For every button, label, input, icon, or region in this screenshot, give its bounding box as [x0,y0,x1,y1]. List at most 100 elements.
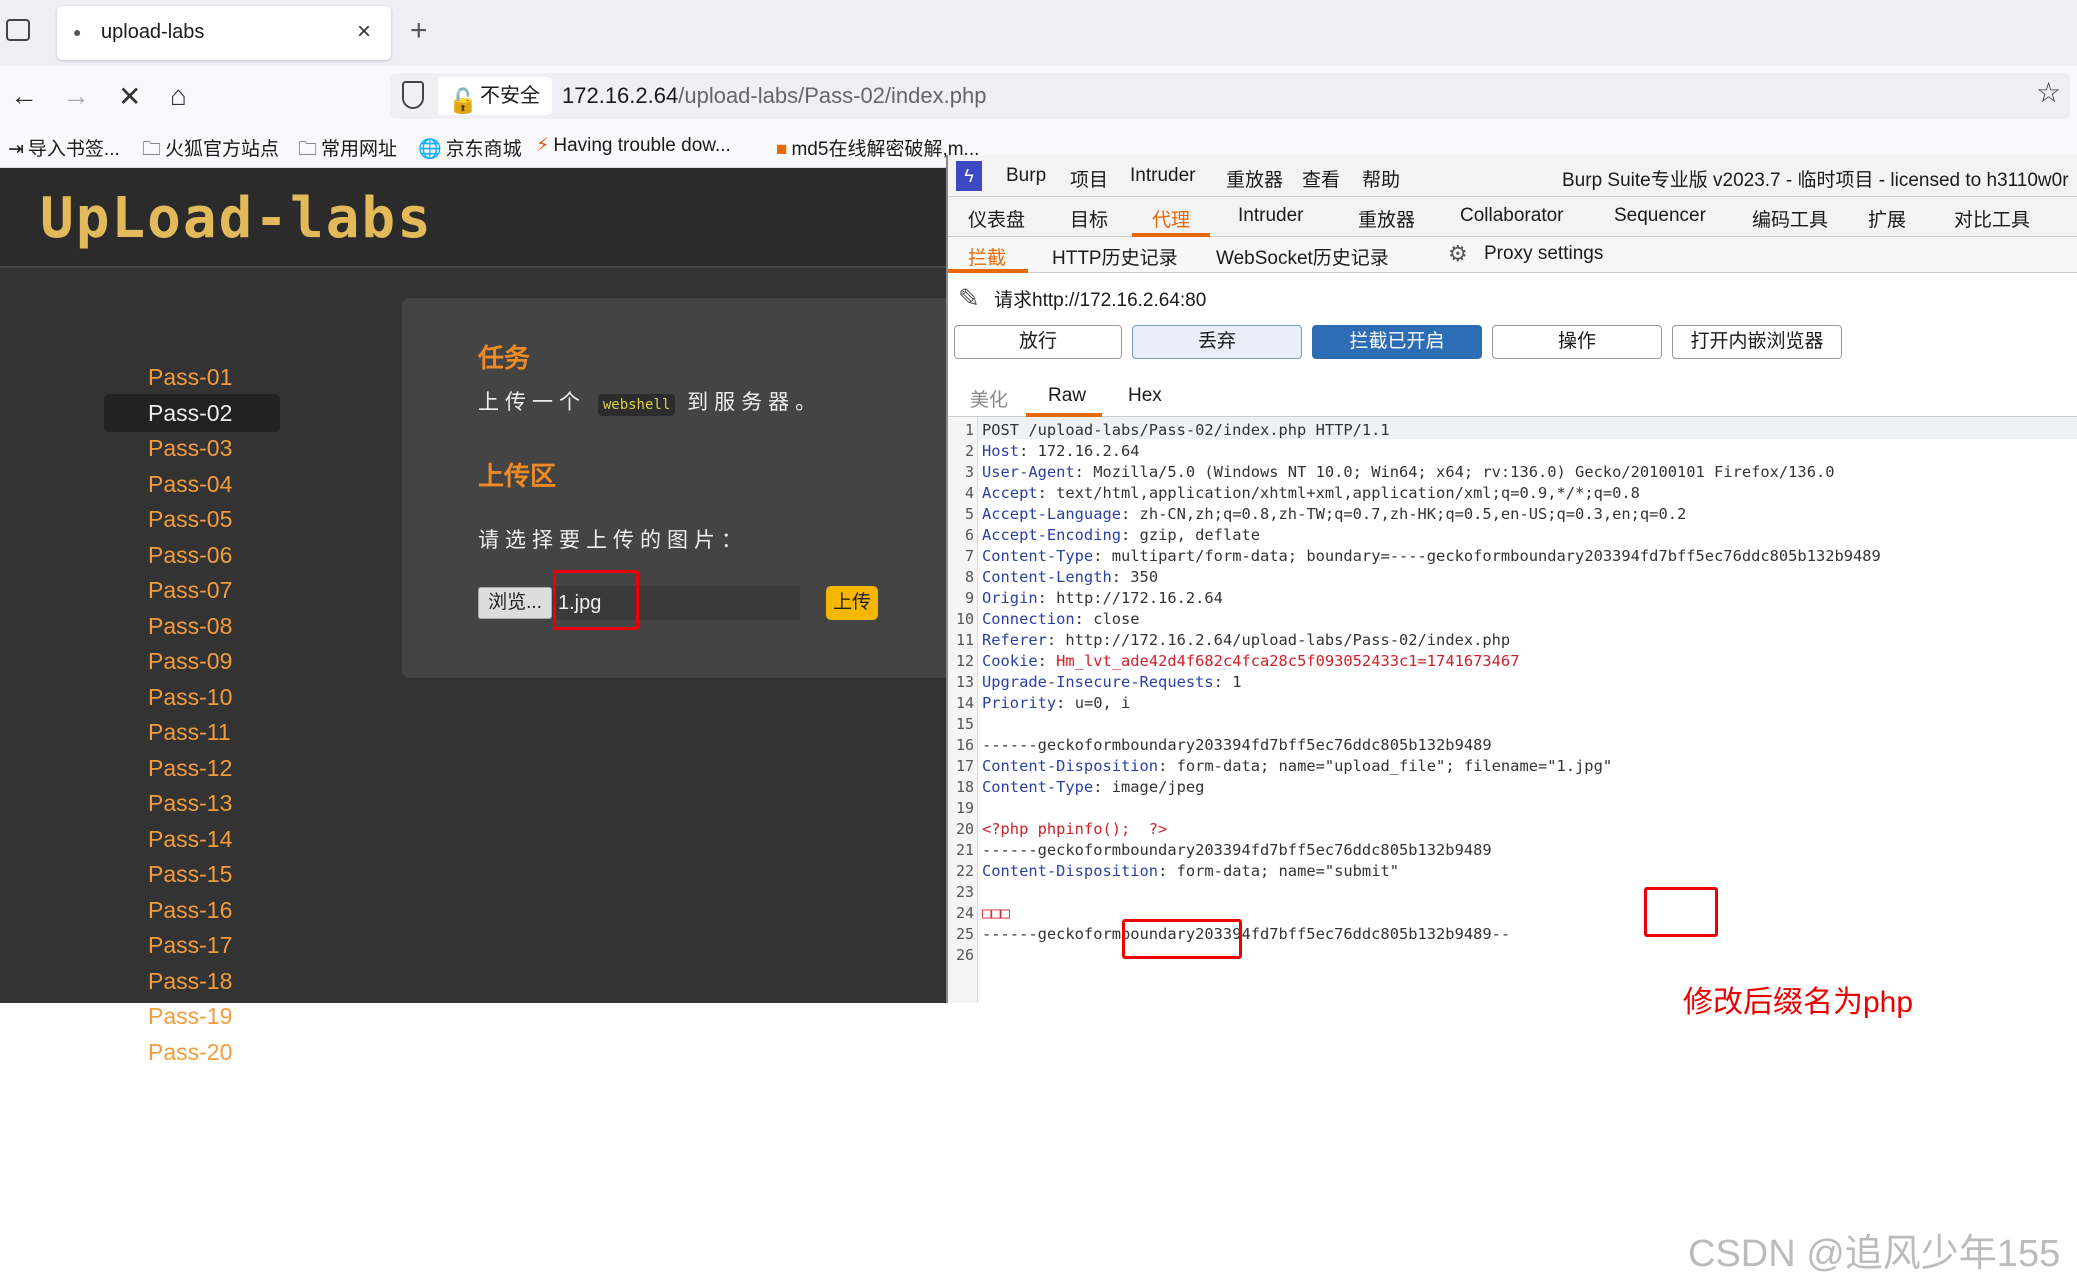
burp-main-tabs: 仪表盘 目标 代理 Intruder 重放器 Collaborator Sequ… [948,197,2077,237]
tab-intruder[interactable]: Intruder [1238,205,1303,227]
line-value: Mozilla/5.0 (Windows NT 10.0; Win64; x64… [1093,463,1835,481]
line-number: 19 [955,799,974,817]
insecure-badge[interactable]: 🔓 不安全 [438,77,552,115]
insecure-label: 不安全 [480,85,540,107]
line-number: 21 [955,841,974,859]
header-name: Content-Type [982,547,1094,565]
request-line: Accept-Encoding: gzip, deflate [982,526,1261,544]
pass-item[interactable]: Pass-12 [104,749,280,787]
tab-dashboard[interactable]: 仪表盘 [968,205,1025,232]
header-name: Referer [982,631,1047,649]
pass-item[interactable]: Pass-13 [104,784,280,822]
drop-button[interactable]: 丢弃 [1132,325,1302,359]
tab-list-icon[interactable] [6,19,30,41]
bookmark-firefox[interactable]: 🗀 火狐官方站点 [142,134,279,167]
tab-upload-labs[interactable]: ● upload-labs × [57,6,391,60]
header-name: Content-Length [982,568,1112,586]
pass-item[interactable]: Pass-01 [104,358,280,396]
bookmark-import[interactable]: ⇥ 导入书签... [8,134,120,161]
pass-item[interactable]: Pass-14 [104,820,280,858]
pass-item[interactable]: Pass-05 [104,500,280,538]
forward-button[interactable]: 放行 [954,325,1122,359]
header-name: Connection [982,610,1075,628]
line-number-gutter: 1 2 3 4 5 6 7 8 9 10 11 12 13 14 15 16 17 18 19 20 21 22 23 24 2… [948,417,978,1003]
tab-pretty[interactable]: 美化 [970,385,1008,412]
bookmark-trouble[interactable]: ⚡ Having trouble dow... [536,134,731,157]
bookmark-label: 京东商城 [445,139,522,160]
menu-burp[interactable]: Burp [1006,165,1046,187]
subtab-http-history[interactable]: HTTP历史记录 [1052,243,1178,270]
intercept-toggle-button[interactable]: 拦截已开启 [1312,325,1482,359]
bookmark-common[interactable]: 🗀 常用网址 [298,134,397,167]
menu-intruder[interactable]: Intruder [1130,165,1195,187]
pass-item[interactable]: Pass-11 [104,713,280,751]
pass-item[interactable]: Pass-15 [104,855,280,893]
line-value: ------geckoformboundary203394fd7bff5ec76… [982,925,1511,943]
action-button[interactable]: 操作 [1492,325,1662,359]
browse-button[interactable]: 浏览... [478,587,552,619]
line-value: http://172.16.2.64/upload-labs/Pass-02/i… [1065,631,1511,649]
close-tab-icon[interactable]: × [357,18,371,46]
line-value: u=0, i [1074,694,1131,712]
url-path: /upload-labs/Pass-02/index.php [678,83,987,108]
line-number: 9 [964,589,974,607]
pass-item[interactable]: Pass-02 [104,393,280,432]
tab-hex[interactable]: Hex [1128,385,1162,407]
open-browser-button[interactable]: 打开内嵌浏览器 [1672,325,1842,359]
line-number: 8 [964,568,974,586]
menu-view[interactable]: 查看 [1302,165,1340,192]
stop-icon[interactable]: ✕ [118,80,141,113]
upload-button[interactable]: 上传 [826,586,878,620]
request-line: Content-Length: 350 [982,568,1159,586]
pass-item[interactable]: Pass-08 [104,607,280,645]
tab-decoder[interactable]: 编码工具 [1752,205,1828,232]
pencil-icon[interactable]: ✎ [958,283,980,314]
back-icon[interactable]: ← [10,80,38,112]
pass-item[interactable]: Pass-18 [104,962,280,1000]
editor-tabs: 美化 Raw Hex [948,375,2077,417]
tab-target[interactable]: 目标 [1070,205,1108,232]
upload-prompt: 请选择要上传的图片： [478,529,748,552]
subtab-websocket-history[interactable]: WebSocket历史记录 [1216,243,1389,270]
site-logo[interactable]: UpLoad-labs [40,186,433,251]
pass-item[interactable]: Pass-20 [104,1033,280,1071]
window-title: Burp Suite专业版 v2023.7 - 临时项目 - licensed … [1562,170,2069,191]
bookmark-label: 常用网址 [321,139,398,160]
menu-help[interactable]: 帮助 [1362,165,1400,192]
request-editor[interactable]: 1 2 3 4 5 6 7 8 9 10 11 12 13 14 15 16 17 18 19 20 21 22 23 24 2… [948,417,2077,1275]
line-value: ------geckoformboundary203394fd7bff5ec76… [982,841,1492,859]
forward-icon[interactable]: → [62,80,90,112]
bookmark-star-icon[interactable]: ☆ [2036,76,2061,109]
new-tab-icon[interactable]: + [410,14,428,48]
pass-item[interactable]: Pass-10 [104,678,280,716]
tab-repeater[interactable]: 重放器 [1358,205,1415,232]
pass-item[interactable]: Pass-04 [104,465,280,503]
tab-sequencer[interactable]: Sequencer [1614,205,1706,227]
pass-item[interactable]: Pass-06 [104,536,280,574]
bookmark-jd[interactable]: 🌐 京东商城 [418,134,522,161]
subtab-proxy-settings[interactable]: Proxy settings [1484,243,1603,265]
pass-item[interactable]: Pass-17 [104,926,280,964]
url-bar[interactable]: 🔓 不安全 172.16.2.64/upload-labs/Pass-02/in… [390,73,2070,119]
subtab-intercept[interactable]: 拦截 [968,243,1006,270]
tab-proxy[interactable]: 代理 [1152,205,1190,232]
home-icon[interactable]: ⌂ [170,80,187,112]
insecure-lock-icon: 🔓 [448,88,478,115]
gear-icon[interactable]: ⚙ [1448,241,1468,267]
pass-item[interactable]: Pass-03 [104,429,280,467]
pass-item[interactable]: Pass-07 [104,571,280,609]
menu-project[interactable]: 项目 [1070,165,1108,192]
tab-collaborator[interactable]: Collaborator [1460,205,1564,227]
shield-icon[interactable] [402,81,424,109]
tab-raw[interactable]: Raw [1048,385,1086,407]
menu-repeater[interactable]: 重放器 [1226,165,1283,192]
watermark: CSDN @追风少年155 [1688,1233,2061,1275]
tab-extensions[interactable]: 扩展 [1868,205,1906,232]
highlight-content-type [1122,919,1242,959]
header-name: Host [982,442,1020,460]
line-value: POST /upload-labs/Pass-02/index.php HTTP… [982,421,1390,439]
pass-item[interactable]: Pass-09 [104,642,280,680]
url-text[interactable]: 172.16.2.64/upload-labs/Pass-02/index.ph… [562,83,986,109]
tab-comparer[interactable]: 对比工具 [1954,205,2030,232]
pass-item[interactable]: Pass-16 [104,891,280,929]
